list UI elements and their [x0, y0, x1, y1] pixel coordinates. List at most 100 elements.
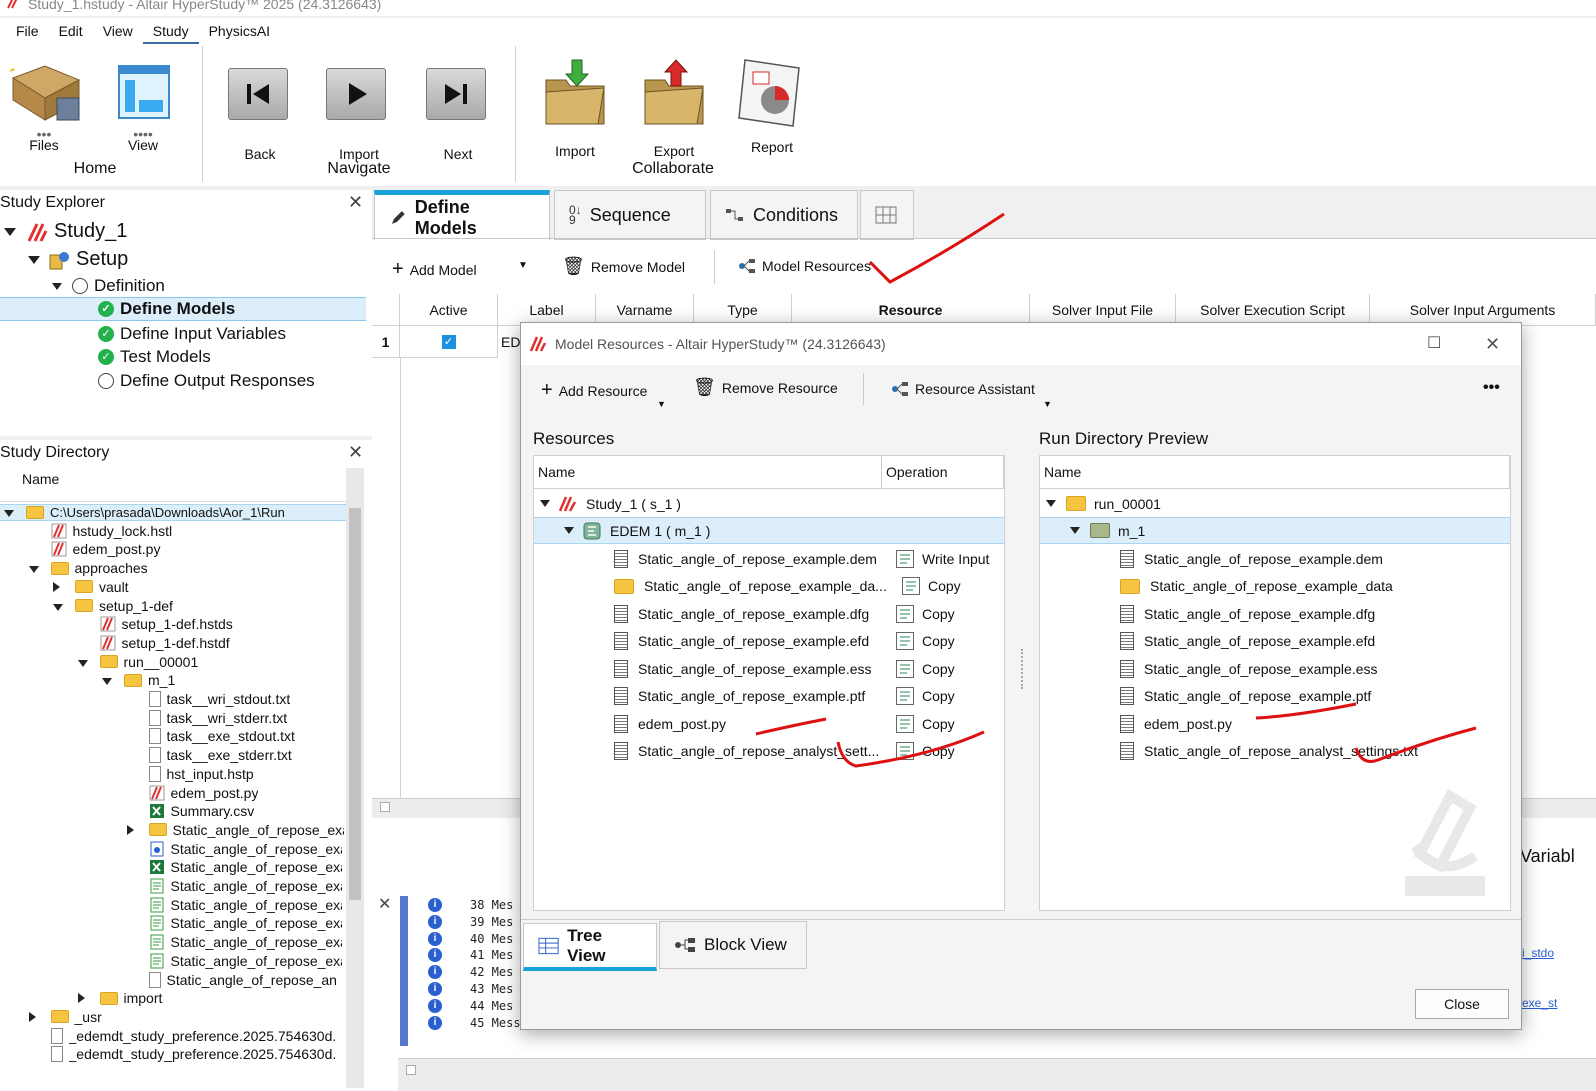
view-button[interactable]: •••• View: [106, 58, 180, 153]
resource-row[interactable]: edem_post.py Copy: [534, 710, 1004, 737]
directory-row[interactable]: _edemdt_study_preference.2025.754630d.: [29, 1046, 336, 1063]
close-button[interactable]: Close: [1415, 989, 1509, 1019]
directory-row[interactable]: Static_angle_of_repose_exa: [126, 822, 344, 838]
import-navigate-button[interactable]: Import: [326, 68, 392, 162]
directory-row[interactable]: Static_angle_of_repose_exa: [127, 841, 342, 857]
resource-operation[interactable]: Copy: [922, 606, 955, 622]
resource-row[interactable]: Static_angle_of_repose_example.efd Copy: [534, 628, 1004, 655]
expand-icon[interactable]: [1046, 500, 1056, 507]
menu-physicsai[interactable]: PhysicsAI: [199, 18, 280, 44]
next-button[interactable]: Next: [426, 68, 490, 162]
column-header-name[interactable]: Name: [1040, 456, 1510, 489]
expand-icon[interactable]: [1070, 527, 1080, 534]
expand-icon[interactable]: [77, 659, 88, 667]
tree-run-node[interactable]: run_00001: [1040, 490, 1161, 517]
active-checkbox[interactable]: ✓: [400, 326, 498, 358]
resource-row[interactable]: Static_angle_of_repose_example.dem Write …: [534, 545, 1004, 572]
expand-icon[interactable]: [28, 255, 40, 264]
resource-row[interactable]: Static_angle_of_repose_example_da... Copy: [534, 573, 1004, 600]
tree-study-node[interactable]: Study_1: [4, 220, 127, 243]
menu-edit[interactable]: Edit: [49, 18, 93, 44]
resource-assistant-button[interactable]: Resource Assistant: [891, 381, 1035, 397]
resource-operation[interactable]: Copy: [922, 743, 955, 759]
resource-row[interactable]: Static_angle_of_repose_analyst_sett... Co…: [534, 738, 1004, 765]
log-link[interactable]: i_stdo: [1522, 946, 1554, 960]
remove-model-button[interactable]: 🗑 Remove Model: [562, 256, 685, 277]
tree-step-define-models[interactable]: ✓ Define Models: [0, 297, 366, 321]
resource-operation[interactable]: Copy: [928, 578, 961, 594]
close-icon[interactable]: ✕: [348, 192, 363, 213]
log-hscrollbar[interactable]: [398, 1058, 1596, 1091]
files-button[interactable]: ••• Files: [4, 58, 84, 153]
add-model-button[interactable]: + Add Model: [392, 258, 477, 281]
directory-row[interactable]: setup_1-def: [53, 598, 173, 614]
resource-operation[interactable]: Copy: [922, 688, 955, 704]
directory-row[interactable]: task__exe_stderr.txt: [127, 747, 292, 764]
directory-row[interactable]: task__exe_stdout.txt: [127, 728, 295, 745]
column-header-operation[interactable]: Operation: [882, 456, 1004, 489]
directory-row[interactable]: setup_1-def.hstdf: [78, 635, 230, 651]
menu-view[interactable]: View: [93, 18, 143, 44]
log-link[interactable]: exe_st: [1522, 996, 1557, 1010]
import-button[interactable]: Import: [540, 58, 610, 159]
close-icon[interactable]: ✕: [1485, 323, 1500, 365]
column-header-name[interactable]: Name: [534, 456, 882, 489]
add-resource-button[interactable]: + Add Resource: [541, 379, 647, 402]
maximize-icon[interactable]: ☐: [1427, 323, 1441, 365]
tab-tree-view[interactable]: Tree View: [523, 923, 657, 971]
preview-row[interactable]: edem_post.py: [1040, 710, 1232, 737]
directory-row[interactable]: Static_angle_of_repose_exa: [127, 934, 342, 950]
tree-step-define-output-responses[interactable]: Define Output Responses: [98, 371, 315, 391]
report-button[interactable]: Report: [736, 54, 808, 155]
directory-row[interactable]: Static_angle_of_repose_exa: [127, 878, 342, 894]
preview-row[interactable]: Static_angle_of_repose_analyst_settings.…: [1040, 738, 1418, 765]
column-header-active[interactable]: Active: [400, 294, 498, 326]
collapse-icon[interactable]: [28, 1011, 36, 1022]
directory-row[interactable]: setup_1-def.hstds: [78, 616, 233, 632]
expand-icon[interactable]: [102, 678, 112, 686]
close-icon[interactable]: ✕: [378, 894, 391, 914]
directory-scrollbar[interactable]: [346, 468, 364, 1088]
tree-step-define-input-variables[interactable]: ✓ Define Input Variables: [98, 324, 286, 344]
expand-icon[interactable]: [4, 510, 14, 517]
tree-study-node[interactable]: Study_1 ( s_1 ): [534, 490, 681, 517]
directory-row[interactable]: hst_input.hstp: [127, 765, 254, 782]
directory-row[interactable]: edem_post.py: [29, 541, 160, 557]
expand-icon[interactable]: [53, 603, 63, 611]
directory-row[interactable]: Static_angle_of_repose_an: [127, 971, 337, 988]
collapse-icon[interactable]: [53, 581, 60, 592]
resource-row[interactable]: Static_angle_of_repose_example.ptf Copy: [534, 683, 1004, 710]
directory-row[interactable]: Summary.csv: [127, 803, 254, 819]
directory-row[interactable]: edem_post.py: [127, 785, 258, 801]
tab-block-view[interactable]: Block View: [659, 921, 807, 969]
directory-row[interactable]: m_1: [102, 672, 175, 688]
expand-icon[interactable]: [564, 527, 574, 534]
directory-row[interactable]: Static_angle_of_repose_exa: [127, 897, 342, 913]
directory-row[interactable]: _usr: [28, 1009, 102, 1025]
more-options-icon[interactable]: •••: [1483, 379, 1500, 397]
preview-row[interactable]: Static_angle_of_repose_example.dfg: [1040, 600, 1375, 627]
close-icon[interactable]: ✕: [348, 442, 363, 463]
resource-operation[interactable]: Copy: [922, 716, 955, 732]
expand-icon[interactable]: [4, 227, 16, 236]
resource-row[interactable]: Static_angle_of_repose_example.ess Copy: [534, 655, 1004, 682]
export-button[interactable]: Export: [638, 58, 710, 159]
tab-conditions[interactable]: Conditions: [710, 190, 858, 240]
directory-row[interactable]: vault: [53, 579, 129, 595]
chevron-down-icon[interactable]: ▼: [1043, 399, 1052, 409]
directory-row[interactable]: approaches: [28, 560, 148, 576]
directory-row[interactable]: import: [77, 990, 162, 1006]
directory-row[interactable]: run__00001: [77, 654, 198, 670]
collapse-icon[interactable]: [77, 993, 85, 1004]
tab-define-models[interactable]: Define Models: [374, 190, 550, 240]
resource-row[interactable]: Static_angle_of_repose_example.dfg Copy: [534, 600, 1004, 627]
directory-row[interactable]: _edemdt_study_preference.2025.754630d.: [29, 1027, 336, 1044]
tree-setup-node[interactable]: Setup: [28, 248, 128, 271]
tree-step-test-models[interactable]: ✓ Test Models: [98, 347, 211, 367]
menu-file[interactable]: File: [6, 18, 49, 44]
preview-row[interactable]: Static_angle_of_repose_example_data: [1040, 573, 1393, 600]
preview-row[interactable]: Static_angle_of_repose_example.ptf: [1040, 683, 1371, 710]
splitter-handle[interactable]: [1021, 649, 1023, 689]
resource-operation[interactable]: Write Input: [922, 551, 989, 567]
directory-row[interactable]: hstudy_lock.hstl: [29, 523, 172, 539]
